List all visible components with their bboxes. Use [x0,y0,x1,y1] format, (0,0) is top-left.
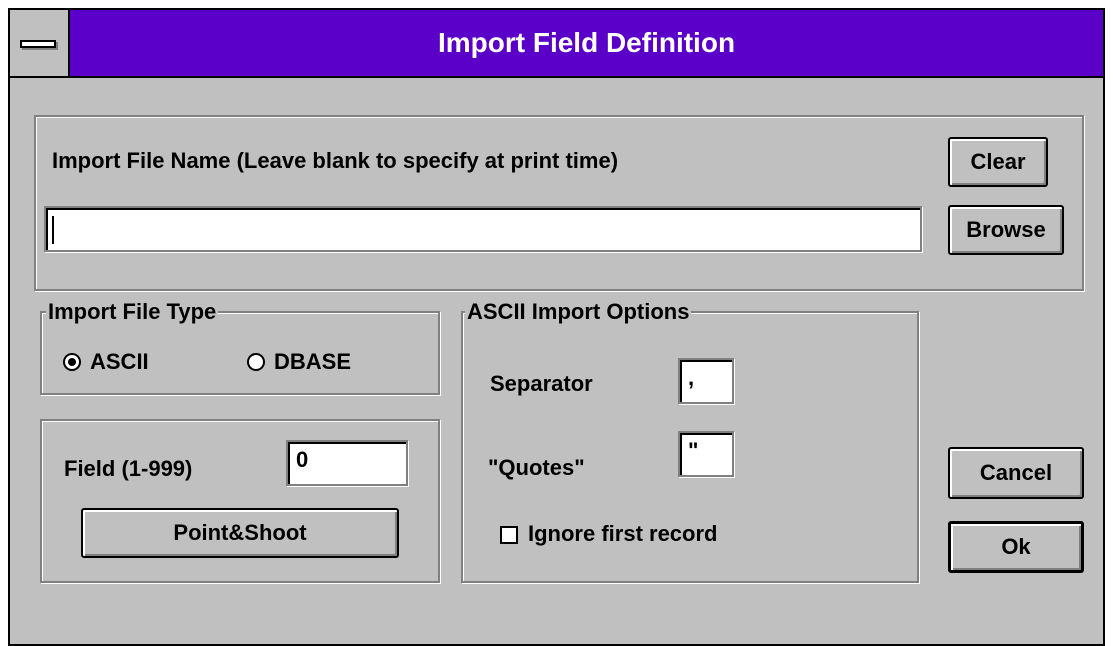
title-bar: Import Field Definition [10,10,1103,78]
file-type-legend: Import File Type [46,299,219,325]
file-name-input[interactable] [44,206,922,252]
cancel-button[interactable]: Cancel [948,447,1084,499]
separator-input[interactable]: , [678,358,734,404]
field-number-input[interactable]: 0 [286,440,408,486]
ascii-radio-label[interactable]: ASCII [90,349,149,375]
point-and-shoot-button[interactable]: Point&Shoot [81,508,399,558]
file-name-label: Import File Name (Leave blank to specify… [52,148,619,173]
dbase-radio[interactable] [247,353,265,371]
quotes-input[interactable]: " [678,431,734,477]
separator-label: Separator [490,371,593,396]
clear-button[interactable]: Clear [948,137,1048,187]
field-number-label: Field (1-999) [64,456,193,481]
dialog-window: Import Field Definition Import File Name… [8,8,1105,646]
ok-button[interactable]: Ok [948,521,1084,573]
browse-button[interactable]: Browse [948,205,1064,255]
dbase-radio-label[interactable]: DBASE [274,349,351,375]
system-menu-icon [20,40,56,48]
ignore-first-record-checkbox[interactable] [500,526,518,544]
text-caret [52,216,54,244]
ignore-first-record-label[interactable]: Ignore first record [528,521,717,547]
quotes-label: "Quotes" [488,455,585,480]
window-title: Import Field Definition [437,27,736,58]
file-name-group [34,115,1084,291]
system-menu-button[interactable] [10,10,70,76]
ascii-radio[interactable] [63,353,81,371]
ascii-options-legend: ASCII Import Options [465,299,692,325]
